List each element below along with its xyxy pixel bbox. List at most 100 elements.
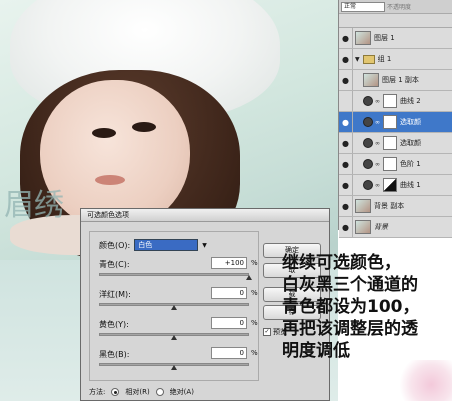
- adjustment-icon: [363, 138, 373, 148]
- layer-row[interactable]: ● 背景 副本: [339, 196, 452, 217]
- layer-name: 色阶 1: [400, 160, 421, 168]
- colors-select[interactable]: 白色: [134, 239, 199, 251]
- method-label: 方法:: [89, 388, 106, 396]
- slider-label: 青色(C):: [99, 260, 130, 269]
- photo-right-eye: [132, 122, 156, 132]
- layer-mask: [383, 157, 397, 171]
- slider-label: 黑色(B):: [99, 350, 130, 359]
- layer-row[interactable]: ● ∞ 色阶 1: [339, 154, 452, 175]
- chain-icon: ∞: [375, 139, 380, 147]
- annotation-line: 继续可选颜色，: [282, 253, 401, 273]
- layer-mask: [383, 178, 397, 192]
- eye-icon[interactable]: ●: [339, 70, 353, 90]
- photo-left-eye: [92, 128, 116, 138]
- layer-row[interactable]: ● ∞ 选取颜: [339, 133, 452, 154]
- annotation-text: 继续可选颜色， 白灰黑三个通道的 青色都设为100， 再把该调整层的透 明度调低: [282, 252, 450, 362]
- chevron-down-icon[interactable]: ▼: [202, 242, 207, 249]
- slider-unit: %: [251, 349, 258, 357]
- slider-magenta: 洋红(M): 0 %: [99, 287, 259, 313]
- slider-knob[interactable]: [246, 275, 252, 280]
- slider-black: 黑色(B): 0 %: [99, 347, 259, 373]
- slider-knob[interactable]: [171, 365, 177, 370]
- adjustment-icon: [363, 117, 373, 127]
- colors-row: 颜色(O): 白色 ▼: [99, 239, 207, 251]
- adjustment-icon: [363, 96, 373, 106]
- layer-row[interactable]: ● 背景: [339, 217, 452, 238]
- adjustment-icon: [363, 159, 373, 169]
- eye-icon[interactable]: ●: [339, 133, 353, 153]
- eye-icon[interactable]: ●: [339, 217, 353, 237]
- layer-name: 背景 副本: [374, 202, 405, 210]
- chain-icon: ∞: [375, 97, 380, 105]
- disclosure-triangle-icon[interactable]: ▼: [355, 56, 360, 63]
- layer-row[interactable]: ● ∞ 曲线 1: [339, 175, 452, 196]
- layer-mask: [383, 115, 397, 129]
- method-row: 方法: 相对(R) 绝对(A): [89, 387, 194, 397]
- dialog-title: 可选颜色选项: [81, 209, 329, 222]
- slider-knob[interactable]: [171, 335, 177, 340]
- decorative-flower: [400, 360, 452, 401]
- opacity-label: 不透明度: [387, 4, 412, 11]
- radio-absolute[interactable]: [155, 388, 164, 396]
- layer-name: 图层 1 副本: [382, 76, 419, 84]
- layer-row[interactable]: ● 图层 1: [339, 28, 452, 49]
- method-absolute-label: 绝对(A): [169, 388, 194, 396]
- colors-select-value: 白色: [138, 241, 153, 249]
- slider-track[interactable]: [99, 273, 249, 276]
- layer-name: 曲线 1: [400, 181, 421, 189]
- blend-mode-select[interactable]: 正常: [341, 1, 385, 12]
- slider-label: 黄色(Y):: [99, 320, 129, 329]
- watermark-stamp: 眉绣: [4, 188, 64, 223]
- layer-row[interactable]: ● ▼ 组 1: [339, 49, 452, 70]
- layer-thumbnail: [355, 220, 371, 234]
- layer-name: 背景: [374, 223, 388, 231]
- annotation-line: 再把该调整层的透: [282, 319, 418, 339]
- eye-icon[interactable]: ●: [339, 112, 353, 132]
- check-icon[interactable]: ✓: [263, 328, 271, 336]
- slider-cyan: 青色(C): +100 %: [99, 257, 259, 283]
- layer-name: 曲线 2: [400, 97, 421, 105]
- slider-unit: %: [251, 319, 258, 327]
- slider-yellow: 黄色(Y): 0 %: [99, 317, 259, 343]
- colors-label: 颜色(O):: [99, 240, 131, 250]
- layer-name: 选取颜: [400, 139, 421, 147]
- slider-unit: %: [251, 289, 258, 297]
- layer-row[interactable]: ● 图层 1 副本: [339, 70, 452, 91]
- eye-icon[interactable]: ●: [339, 196, 353, 216]
- folder-icon: [362, 54, 375, 64]
- layer-row-active[interactable]: ● ∞ 选取颜: [339, 112, 452, 133]
- layer-name: 组 1: [377, 55, 392, 63]
- radio-relative[interactable]: [111, 388, 120, 396]
- eye-icon[interactable]: ●: [339, 154, 353, 174]
- slider-value-input[interactable]: +100: [211, 257, 247, 269]
- screenshot-root: 眉绣 正常 不透明度 ● 图层 1 ● ▼ 组 1 ● 图层 1 副本 ∞ 曲线…: [0, 0, 452, 401]
- slider-knob[interactable]: [171, 305, 177, 310]
- chain-icon: ∞: [375, 160, 380, 168]
- chain-icon: ∞: [375, 118, 380, 126]
- layer-thumbnail: [363, 73, 379, 87]
- slider-value-input[interactable]: 0: [211, 347, 247, 359]
- photo-lips: [95, 175, 125, 185]
- layer-thumbnail: [355, 31, 371, 45]
- layer-name: 图层 1: [374, 34, 395, 42]
- layer-row[interactable]: ∞ 曲线 2: [339, 91, 452, 112]
- layer-name: 选取颜: [400, 118, 421, 126]
- method-relative-label: 相对(R): [125, 388, 150, 396]
- annotation-line: 青色都设为100，: [282, 297, 420, 317]
- layers-panel: 正常 不透明度 ● 图层 1 ● ▼ 组 1 ● 图层 1 副本 ∞ 曲线 2: [338, 0, 452, 238]
- eye-icon[interactable]: ●: [339, 49, 353, 69]
- eye-icon-hidden[interactable]: [339, 91, 353, 111]
- chain-icon: ∞: [375, 181, 380, 189]
- slider-value-input[interactable]: 0: [211, 317, 247, 329]
- eye-icon[interactable]: ●: [339, 28, 353, 48]
- adjustment-icon: [363, 180, 373, 190]
- layer-thumbnail: [355, 199, 371, 213]
- layers-toolbar: 正常 不透明度: [339, 0, 452, 14]
- eye-icon[interactable]: ●: [339, 175, 353, 195]
- slider-unit: %: [251, 259, 258, 267]
- layers-lock-row: [339, 14, 452, 28]
- slider-label: 洋红(M):: [99, 290, 131, 299]
- layer-mask: [383, 136, 397, 150]
- layer-mask: [383, 94, 397, 108]
- slider-value-input[interactable]: 0: [211, 287, 247, 299]
